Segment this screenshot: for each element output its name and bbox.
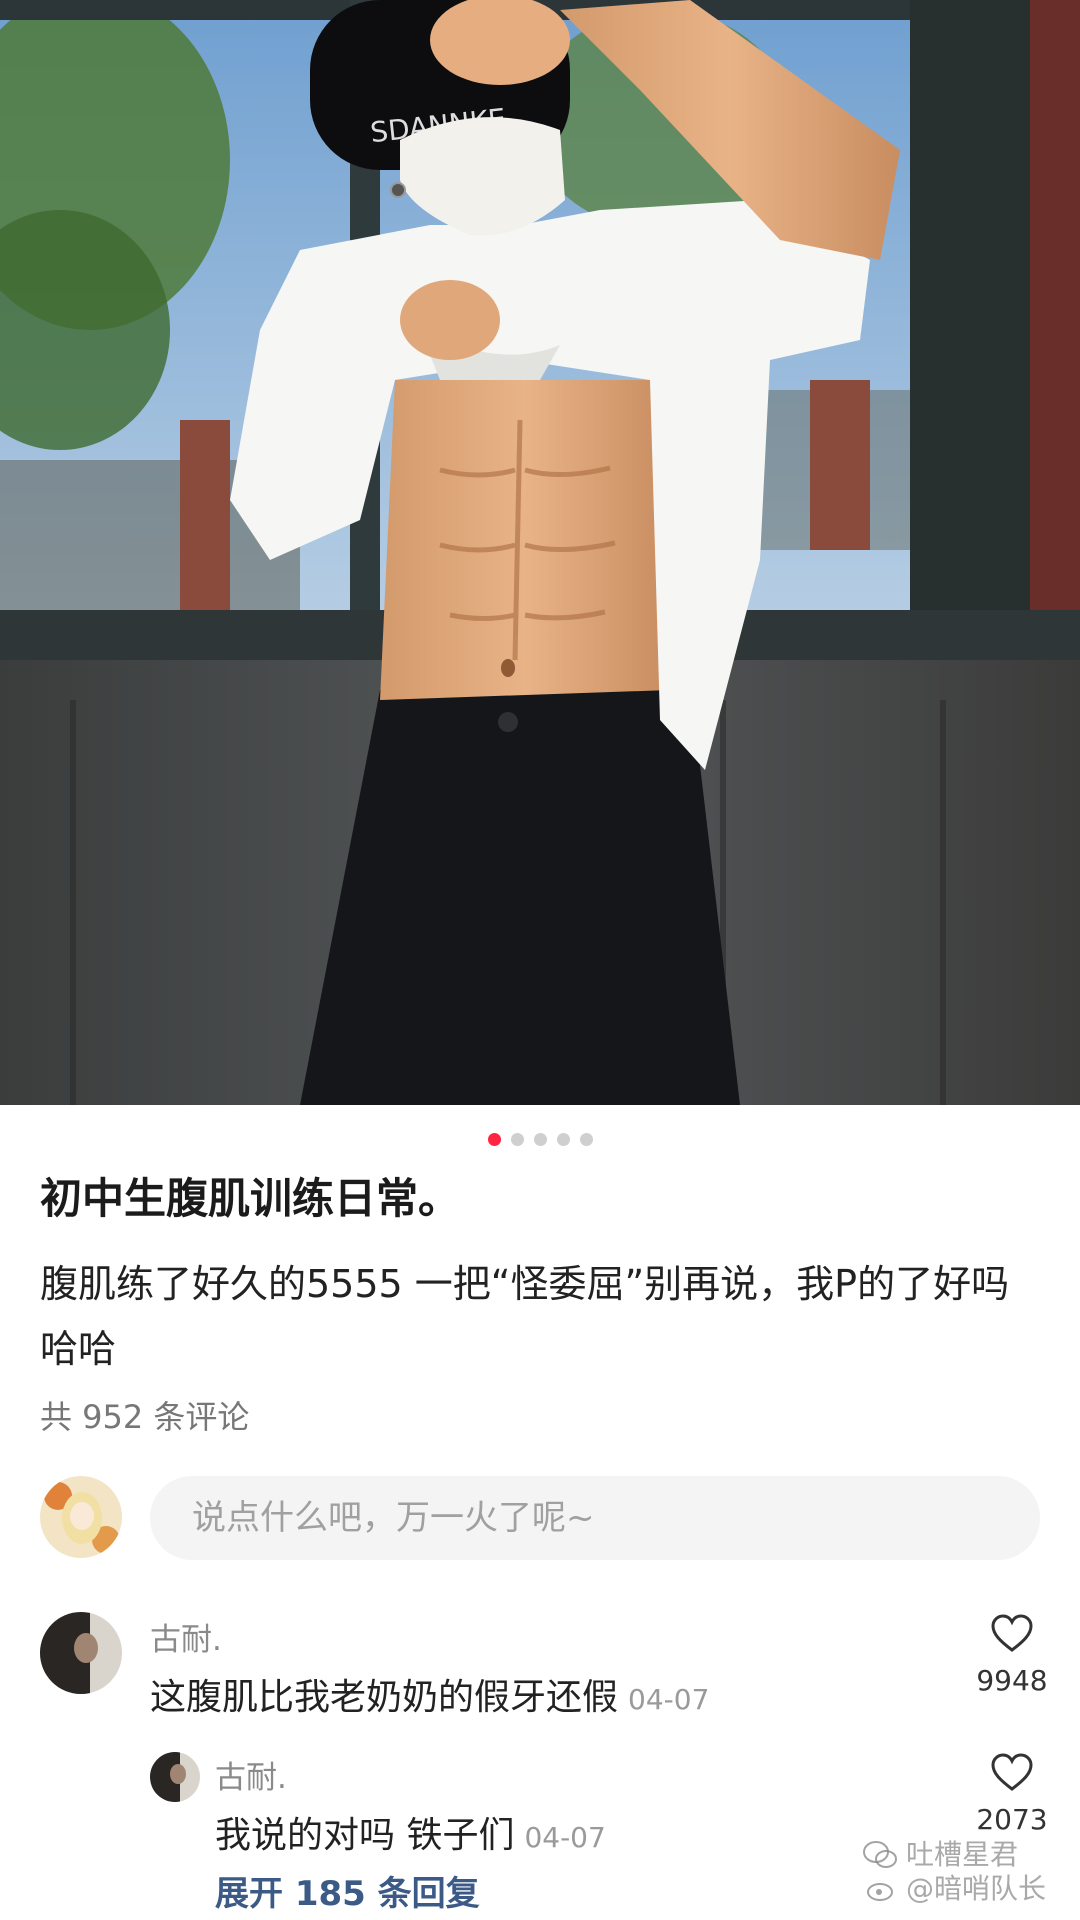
watermark: 吐槽星君 @暗哨队长: [862, 1838, 1046, 1906]
carousel-dot[interactable]: [579, 1133, 593, 1146]
comment-date: 04-07: [628, 1683, 710, 1716]
carousel-dot-active[interactable]: [487, 1133, 501, 1146]
reply-date: 04-07: [524, 1821, 606, 1854]
carousel-indicator: [0, 1133, 1080, 1147]
watermark-name: 吐槽星君: [905, 1838, 1018, 1871]
heart-icon[interactable]: [990, 1613, 1034, 1653]
comment-count: 共 952 条评论: [40, 1398, 250, 1436]
carousel-dot[interactable]: [533, 1133, 547, 1146]
carousel-dot[interactable]: [510, 1133, 524, 1146]
post-title: 初中生腹肌训练日常。: [40, 1174, 461, 1223]
post-body: 腹肌练了好久的5555 一把“怪委屈”别再说，我P的了好吗哈哈: [40, 1262, 1010, 1371]
like-count: 2073: [976, 1803, 1048, 1836]
comment-username[interactable]: 古耐.: [150, 1614, 222, 1659]
avatar-image: [40, 1612, 122, 1694]
watermark-handle: @暗哨队长: [905, 1872, 1046, 1905]
expand-replies-link[interactable]: 展开 185 条回复: [215, 1866, 480, 1915]
wechat-icon: [862, 1841, 897, 1868]
reply-username[interactable]: 古耐.: [215, 1752, 287, 1797]
like-count: 9948: [976, 1664, 1048, 1697]
post-image: SDANNKE: [0, 0, 1080, 1105]
comment-body: 这腹肌比我老奶奶的假牙还假: [150, 1677, 619, 1718]
commenter-avatar[interactable]: [40, 1612, 122, 1694]
reply-avatar[interactable]: [150, 1752, 200, 1802]
carousel-dot[interactable]: [556, 1133, 570, 1146]
reply-text: 我说的对吗 铁子们 04-07: [215, 1806, 606, 1858]
post-photo[interactable]: SDANNKE: [0, 0, 1080, 1105]
reply-body: 我说的对吗 铁子们: [215, 1815, 515, 1856]
weibo-icon: [866, 1883, 893, 1901]
avatar-image: [40, 1476, 122, 1558]
comment-text: 这腹肌比我老奶奶的假牙还假 04-07: [150, 1668, 709, 1720]
comment-input[interactable]: [150, 1476, 1040, 1560]
heart-icon[interactable]: [990, 1752, 1034, 1792]
my-avatar[interactable]: [40, 1476, 122, 1558]
avatar-image: [150, 1752, 200, 1802]
